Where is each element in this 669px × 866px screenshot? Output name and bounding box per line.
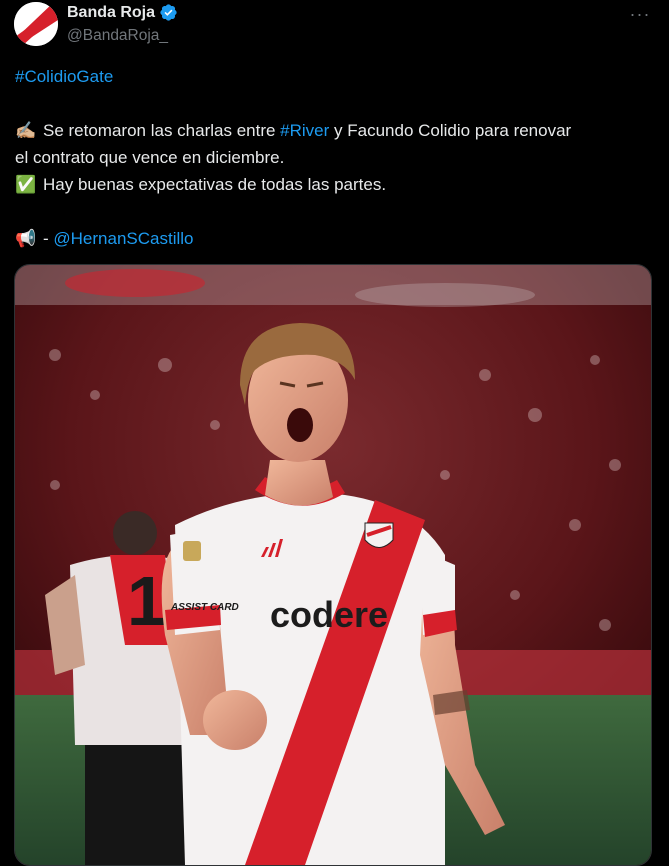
writing-hand-icon: ✍🏼: [15, 121, 37, 140]
tweet-line: el contrato que vence en diciembre.: [15, 148, 285, 167]
hashtag-river-link[interactable]: #River: [280, 121, 329, 140]
name-row: Banda Roja: [67, 3, 178, 22]
verified-badge-icon: [159, 3, 178, 22]
tweet-text: #ColidioGate ✍🏼 Se retomaron las charlas …: [15, 63, 655, 252]
avatar[interactable]: [14, 2, 58, 46]
river-logo-icon: [14, 2, 58, 46]
author-handle[interactable]: @BandaRoja_: [67, 27, 168, 45]
tweet-header: Banda Roja @BandaRoja_ ···: [14, 2, 655, 46]
display-name[interactable]: Banda Roja: [67, 4, 155, 22]
back-number: 1: [127, 562, 166, 640]
check-mark-icon: ✅: [15, 175, 37, 194]
tweet-line: y Facundo Colidio para renovar: [329, 121, 572, 140]
tweet-line: Hay buenas expectativas de todas las par…: [43, 175, 387, 194]
sleeve-sponsor: ASSIST CARD: [170, 602, 239, 613]
more-options-icon[interactable]: ···: [625, 2, 655, 26]
jersey-sponsor: codere: [270, 594, 388, 635]
megaphone-icon: 📢: [15, 229, 37, 248]
tweet-photo[interactable]: 1 codere ASSIST CARD: [14, 264, 652, 866]
hashtag-link[interactable]: #ColidioGate: [15, 67, 113, 86]
mention-link[interactable]: @HernanSCastillo: [53, 229, 193, 248]
credit-prefix: -: [43, 229, 54, 248]
tweet-line: Se retomaron las charlas entre: [43, 121, 281, 140]
